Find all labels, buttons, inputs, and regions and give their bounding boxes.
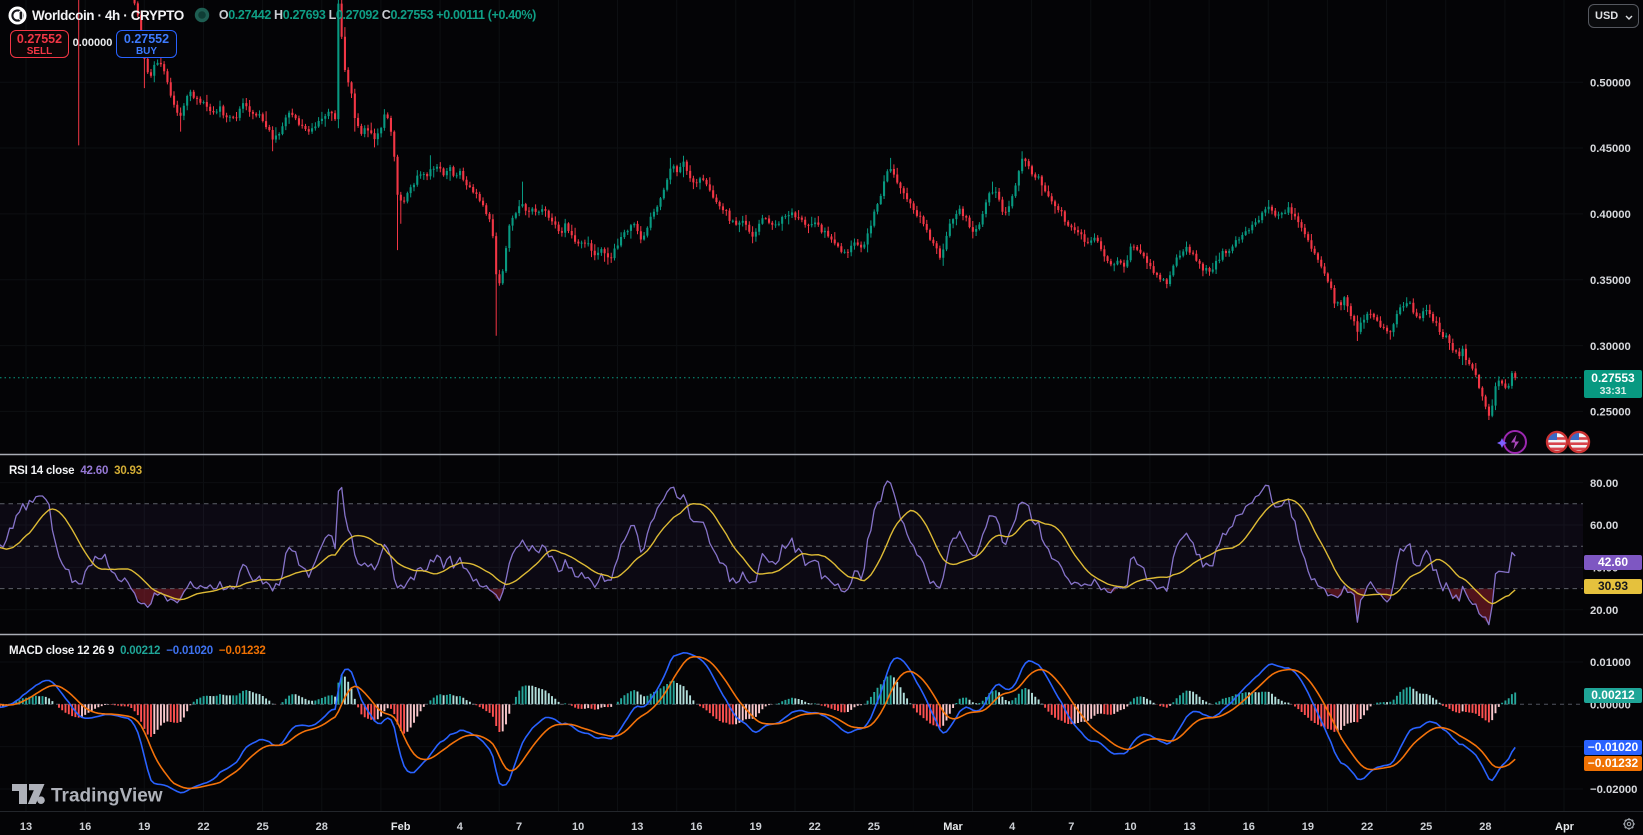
svg-text:4: 4 xyxy=(457,821,464,833)
svg-text:0.45000: 0.45000 xyxy=(1590,143,1631,155)
svg-text:10: 10 xyxy=(1124,821,1136,833)
svg-text:−0.02000: −0.02000 xyxy=(1590,784,1637,796)
svg-text:19: 19 xyxy=(749,821,761,833)
svg-text:7: 7 xyxy=(516,821,522,833)
svg-text:10: 10 xyxy=(572,821,584,833)
svg-text:22: 22 xyxy=(197,821,209,833)
svg-text:28: 28 xyxy=(1479,821,1491,833)
svg-text:0.25000: 0.25000 xyxy=(1590,407,1631,419)
svg-text:16: 16 xyxy=(1243,821,1255,833)
svg-text:16: 16 xyxy=(690,821,702,833)
svg-text:22: 22 xyxy=(809,821,821,833)
svg-text:25: 25 xyxy=(868,821,880,833)
svg-text:4: 4 xyxy=(1009,821,1016,833)
svg-text:19: 19 xyxy=(1302,821,1314,833)
svg-text:Mar: Mar xyxy=(943,821,963,833)
svg-text:7: 7 xyxy=(1068,821,1074,833)
svg-text:80.00: 80.00 xyxy=(1590,478,1618,490)
svg-text:0.35000: 0.35000 xyxy=(1590,275,1631,287)
svg-text:28: 28 xyxy=(316,821,328,833)
svg-text:Apr: Apr xyxy=(1555,821,1575,833)
svg-text:20.00: 20.00 xyxy=(1590,605,1618,617)
svg-text:60.00: 60.00 xyxy=(1590,520,1618,532)
svg-text:0.01000: 0.01000 xyxy=(1590,657,1631,669)
svg-text:TradingView: TradingView xyxy=(51,786,163,807)
svg-text:13: 13 xyxy=(1183,821,1195,833)
svg-text:13: 13 xyxy=(631,821,643,833)
svg-text:0.30000: 0.30000 xyxy=(1590,341,1631,353)
svg-text:0.50000: 0.50000 xyxy=(1590,77,1631,89)
svg-text:13: 13 xyxy=(20,821,32,833)
svg-text:22: 22 xyxy=(1361,821,1373,833)
svg-text:25: 25 xyxy=(1420,821,1432,833)
svg-text:25: 25 xyxy=(256,821,268,833)
svg-text:0.40000: 0.40000 xyxy=(1590,209,1631,221)
svg-text:16: 16 xyxy=(79,821,91,833)
svg-text:19: 19 xyxy=(138,821,150,833)
svg-text:Feb: Feb xyxy=(391,821,411,833)
